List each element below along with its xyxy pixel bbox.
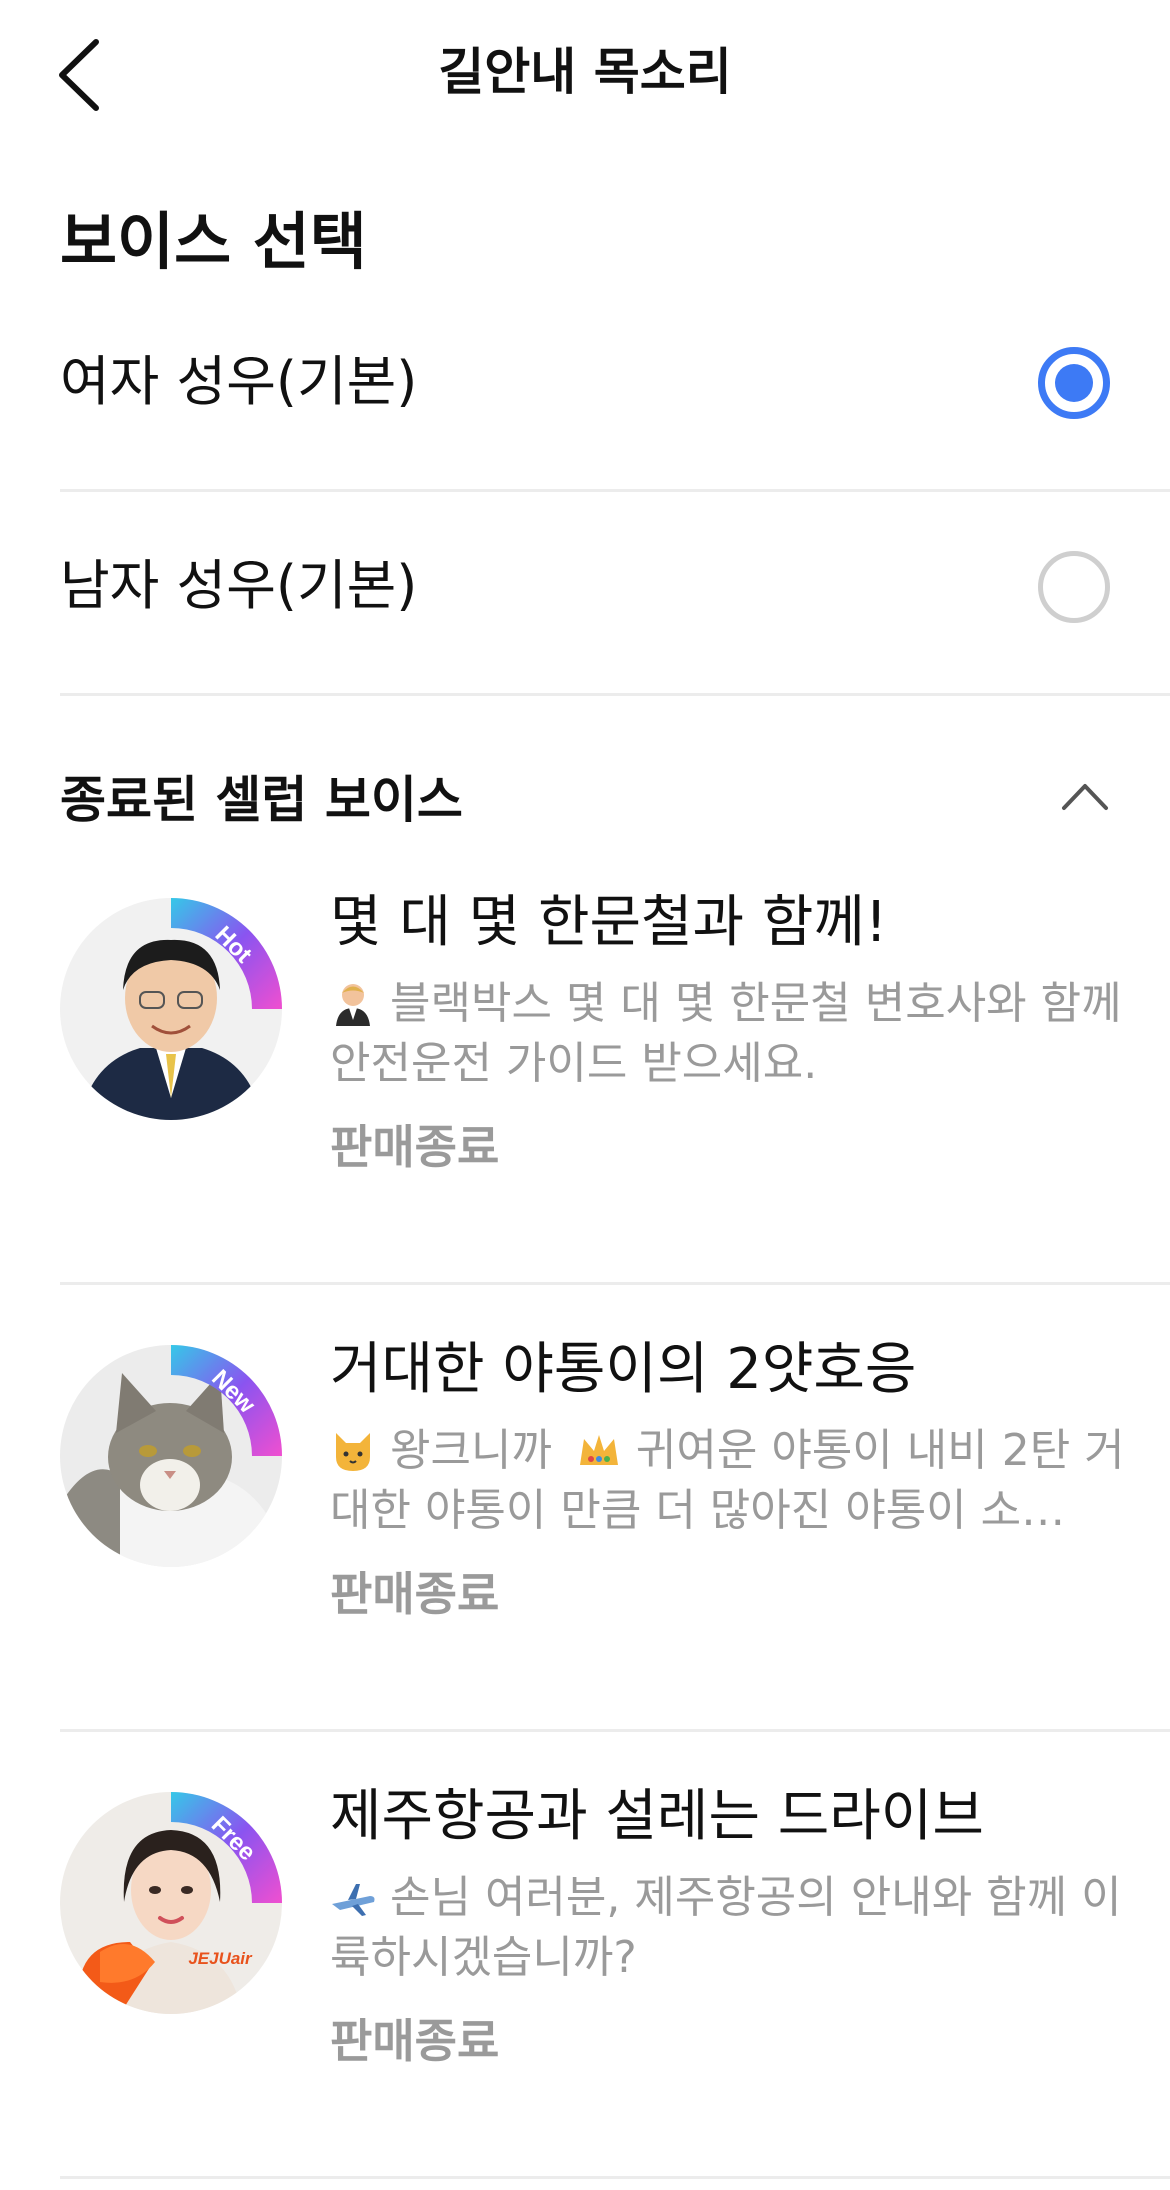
desc-text: 손님 여러분, 제주항공의 안내와 함께 이륙하시겠습니까?: [330, 1872, 1122, 1983]
celeb-voice-description: 왕크니까 귀여운 야통이 내비 2탄 거대한 야통이 만큼 더 많아진 야통이 …: [330, 1421, 1160, 1541]
celeb-voice-title: 제주항공과 설레는 드라이브: [330, 1784, 984, 1849]
voice-option-female[interactable]: 여자 성우(기본): [60, 285, 1170, 492]
voice-option-label: 남자 성우(기본): [60, 554, 418, 617]
celeb-avatar: Hot: [60, 898, 282, 1120]
desc-text: 블랙박스 몇 대 몇 한문철 변호사와 함께 안전운전 가이드 받으세요.: [330, 978, 1122, 1089]
top-bar: 길안내 목소리: [0, 0, 1170, 150]
celeb-voice-title: 거대한 야통이의 2얏호응: [330, 1337, 917, 1402]
status-badge: 판매종료: [330, 1120, 500, 1174]
celeb-voice-description: 블랙박스 몇 대 몇 한문철 변호사와 함께 안전운전 가이드 받으세요.: [330, 974, 1160, 1094]
voice-section-title: 보이스 선택: [60, 205, 367, 278]
judge-emoji-icon: [336, 984, 370, 1026]
celeb-voice-item[interactable]: Hot 몇 대 몇 한문철과 함께! 블랙박스 몇 대 몇 한문철 변호사와 함…: [60, 838, 1170, 1285]
celeb-voice-item[interactable]: New 거대한 야통이의 2얏호응 왕크니까 귀여운 야통이 내비 2탄 거대한…: [60, 1285, 1170, 1732]
crown-emoji-icon: [579, 1435, 618, 1465]
status-badge: 판매종료: [330, 1567, 500, 1621]
status-badge: 판매종료: [330, 2014, 500, 2068]
celeb-voice-item[interactable]: JEJUair Free 제주항공과 설레는 드라이브 손님 여러분, 제주항공…: [60, 1732, 1170, 2179]
celeb-voice-title: 몇 대 몇 한문철과 함께!: [330, 890, 888, 955]
celeb-voice-description: 손님 여러분, 제주항공의 안내와 함께 이륙하시겠습니까?: [330, 1868, 1160, 1988]
brand-logo-text: JEJUair: [188, 1949, 253, 1968]
cat-emoji-icon: [336, 1433, 370, 1471]
voice-option-male[interactable]: 남자 성우(기본): [60, 489, 1170, 696]
radio-selected-icon[interactable]: [1038, 347, 1110, 419]
page-title: 길안내 목소리: [438, 43, 732, 101]
desc-text: 왕크니까: [390, 1425, 552, 1476]
airplane-emoji-icon: [332, 1884, 375, 1916]
voice-option-label: 여자 성우(기본): [60, 350, 418, 413]
celeb-section-title: 종료된 셀럽 보이스: [60, 771, 463, 829]
radio-unselected-icon[interactable]: [1038, 551, 1110, 623]
chevron-up-icon[interactable]: [1060, 776, 1110, 816]
celeb-avatar: JEJUair Free: [60, 1792, 282, 2014]
celeb-section-header[interactable]: 종료된 셀럽 보이스: [60, 760, 1110, 840]
celeb-avatar: New: [60, 1345, 282, 1567]
